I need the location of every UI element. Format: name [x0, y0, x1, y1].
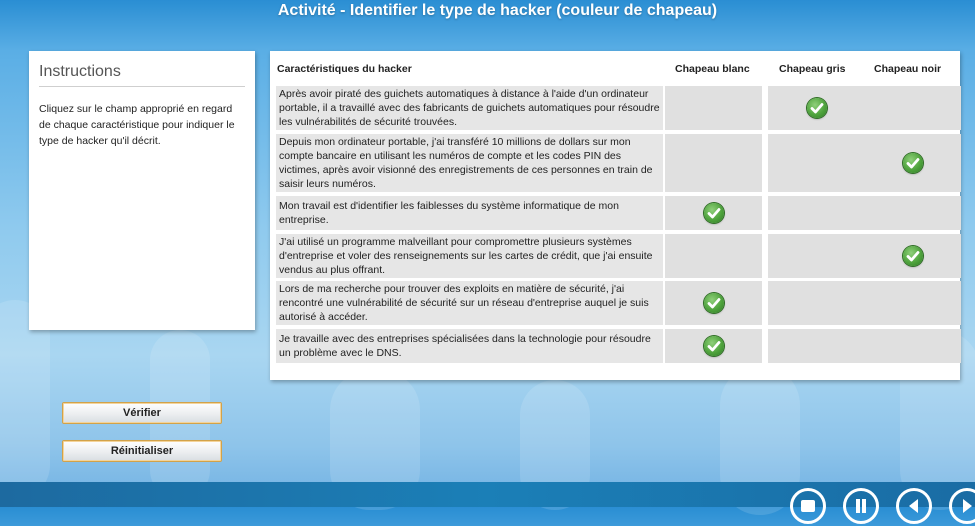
cell-black-hat[interactable] — [864, 86, 961, 130]
row-text: J'ai utilisé un programme malveillant po… — [276, 234, 663, 278]
check-circle-icon — [902, 153, 923, 173]
cell-gray-hat[interactable] — [768, 86, 865, 130]
check-circle-icon — [703, 293, 724, 313]
cell-white-hat[interactable] — [665, 234, 762, 278]
column-header-black: Chapeau noir — [874, 63, 942, 75]
cell-black-hat[interactable] — [864, 281, 961, 325]
back-icon[interactable] — [896, 488, 932, 524]
check-circle-icon — [806, 98, 827, 118]
row-text: Lors de ma recherche pour trouver des ex… — [276, 281, 663, 325]
cell-gray-hat[interactable] — [768, 281, 865, 325]
menu-icon[interactable] — [790, 488, 826, 524]
cell-black-hat[interactable] — [864, 134, 961, 192]
hacker-table: Caractéristiques du hacker Chapeau blanc… — [270, 51, 961, 380]
pause-icon[interactable] — [843, 488, 879, 524]
cell-white-hat[interactable] — [665, 196, 762, 230]
footer-bar — [0, 482, 975, 507]
cell-black-hat[interactable] — [864, 196, 961, 230]
cell-gray-hat[interactable] — [768, 134, 865, 192]
instructions-panel: Instructions Cliquez sur le champ approp… — [29, 51, 255, 330]
verify-button[interactable]: Vérifier — [62, 402, 222, 424]
instructions-text: Cliquez sur le champ approprié en regard… — [39, 103, 235, 147]
cell-white-hat[interactable] — [665, 134, 762, 192]
reset-button[interactable]: Réinitialiser — [62, 440, 222, 462]
cell-white-hat[interactable] — [665, 281, 762, 325]
page-title: Activité - Identifier le type de hacker … — [277, 2, 718, 19]
instructions-heading: Instructions — [39, 63, 245, 87]
check-circle-icon — [902, 246, 923, 266]
column-header-gray: Chapeau gris — [779, 63, 846, 75]
row-text: Je travaille avec des entreprises spécia… — [276, 329, 663, 363]
cell-gray-hat[interactable] — [768, 234, 865, 278]
cell-white-hat[interactable] — [665, 86, 762, 130]
background-decoration — [0, 300, 50, 500]
check-circle-icon — [703, 336, 724, 356]
cell-gray-hat[interactable] — [768, 196, 865, 230]
row-text: Depuis mon ordinateur portable, j'ai tra… — [276, 134, 663, 192]
column-header-feature: Caractéristiques du hacker — [277, 63, 412, 75]
row-text: Après avoir piraté des guichets automati… — [276, 86, 663, 130]
cell-gray-hat[interactable] — [768, 329, 865, 363]
cell-black-hat[interactable] — [864, 329, 961, 363]
row-text: Mon travail est d'identifier les faibles… — [276, 196, 663, 230]
cell-white-hat[interactable] — [665, 329, 762, 363]
forward-icon[interactable] — [949, 488, 975, 524]
check-circle-icon — [703, 203, 724, 223]
cell-black-hat[interactable] — [864, 234, 961, 278]
column-header-white: Chapeau blanc — [675, 63, 750, 75]
